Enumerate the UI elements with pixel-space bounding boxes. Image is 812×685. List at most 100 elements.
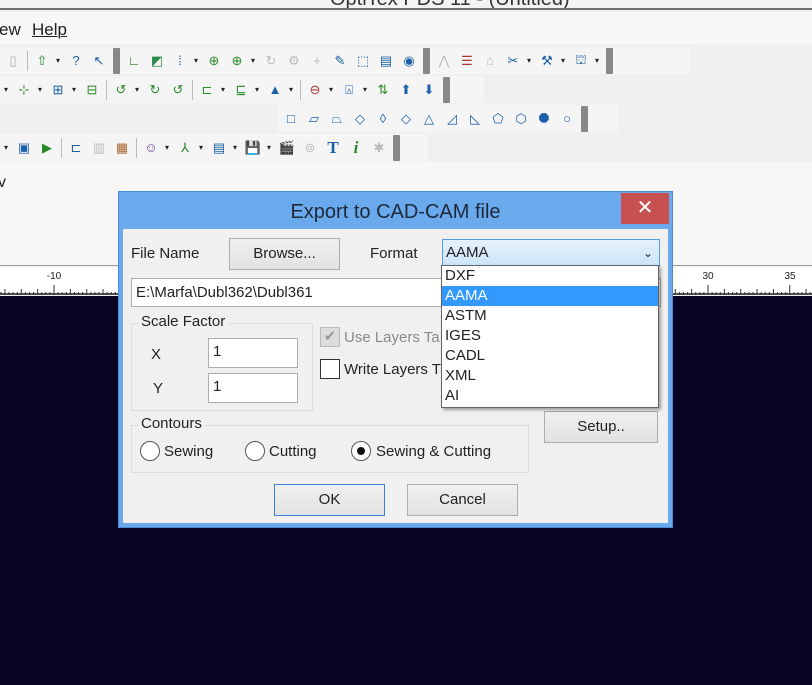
flip-icon[interactable]: ⊏ (198, 81, 216, 99)
ruler-label: 30 (702, 271, 714, 282)
pentagon-icon[interactable]: ⬠ (489, 110, 507, 128)
right-triangle-left-icon[interactable]: ◺ (466, 110, 484, 128)
cut-piece-icon[interactable]: ⊖ (306, 81, 324, 99)
scissors-icon[interactable]: ✂ (504, 52, 522, 70)
trapezoid-icon[interactable]: ⏢ (328, 110, 346, 128)
help-icon[interactable]: ? (67, 52, 85, 70)
clapper-icon[interactable]: 🎬 (278, 139, 296, 157)
radio-sewing-cutting[interactable] (351, 441, 371, 461)
kite-icon[interactable]: ◊ (374, 110, 392, 128)
toolbar-grip[interactable] (581, 105, 588, 132)
use-layers-checkbox[interactable]: ✔ (320, 327, 340, 347)
rotate-icon[interactable]: ↻ (146, 81, 164, 99)
ok-button[interactable]: OK (274, 484, 385, 516)
seam-icon[interactable]: ⊟ (83, 81, 101, 99)
cancel-button[interactable]: Cancel (407, 484, 518, 516)
rotate-axis-icon[interactable]: ↺ (169, 81, 187, 99)
toolbar-2: ▾ ⊹ ▾ ⊞ ▾ ⊟ ↺ ▾ ↻ ↺ ⊏ ▾ ⊑ ▾ ▲ ▾ ⊖ ▾ ⍓ ▾ ⇅ ⬆ ⬇ (0, 76, 484, 103)
measure-icon[interactable]: ☰ (458, 52, 476, 70)
circle-shape-icon[interactable]: ○ (558, 110, 576, 128)
swap-icon[interactable]: ⇅ (374, 81, 392, 99)
browse-button[interactable]: Browse... (229, 238, 340, 270)
shirt-icon: ⌂ (486, 53, 494, 68)
fold-icon[interactable]: ▲ (266, 81, 284, 99)
dialog-title: Export to CAD-CAM file (290, 201, 501, 223)
user-settings-icon[interactable]: ☺ (142, 139, 160, 157)
scale-x-input[interactable]: 1 (208, 338, 298, 368)
format-option-dxf[interactable]: DXF (442, 266, 658, 286)
split-icon[interactable]: ⊹ (15, 81, 33, 99)
export-icon[interactable]: ⇧ (33, 52, 51, 70)
paste-icon[interactable]: ▯ (4, 52, 22, 70)
add-notch-icon[interactable]: ⊕ (228, 52, 246, 70)
select-icon[interactable]: ⬚ (354, 52, 372, 70)
toolbar-grip[interactable] (423, 47, 430, 74)
chevron-down-icon: ⌄ (642, 246, 653, 260)
radio-cutting[interactable] (245, 441, 265, 461)
rectangle-icon[interactable]: □ (282, 110, 300, 128)
rhombus-icon[interactable]: ◇ (397, 110, 415, 128)
roll-icon[interactable]: ⊏ (67, 139, 85, 157)
text-icon[interactable]: T (324, 138, 342, 157)
toolbar-grip[interactable] (113, 47, 120, 74)
toolbar-grip[interactable] (393, 134, 400, 161)
right-triangle-icon[interactable]: ◿ (443, 110, 461, 128)
toolbar-grip[interactable] (606, 47, 613, 74)
diamond-icon[interactable]: ◇ (351, 110, 369, 128)
piece-icon[interactable]: ▤ (377, 52, 395, 70)
scale-y-input[interactable]: 1 (208, 373, 298, 403)
close-button[interactable]: ✕ (621, 193, 669, 224)
hexagon-icon[interactable]: ⬡ (512, 110, 530, 128)
format-select-value: AAMA (446, 244, 489, 261)
toolbar-grip[interactable] (443, 76, 450, 103)
format-option-astm[interactable]: ASTM (442, 306, 658, 326)
ruler-label: 35 (784, 271, 796, 282)
model-icon[interactable]: ▣ (15, 139, 33, 157)
points-icon[interactable]: ⁞ (171, 52, 189, 70)
format-option-xml[interactable]: XML (442, 366, 658, 386)
rotate-disabled-icon: ↻ (265, 52, 277, 68)
write-layers-checkbox[interactable] (320, 359, 340, 379)
contours-group: Contours Sewing Cutting Sewing & Cutting (131, 415, 529, 473)
piece-down-icon[interactable]: ⬇ (420, 81, 438, 99)
menu-bar: ew Help (0, 12, 812, 44)
pen-icon[interactable]: ✎ (331, 52, 349, 70)
garment-icon[interactable]: ⛫ (572, 52, 590, 70)
play-icon[interactable]: ▶ (38, 139, 56, 157)
rotate-piece-icon[interactable]: ↺ (112, 81, 130, 99)
format-option-iges[interactable]: IGES (442, 326, 658, 346)
curve-icon[interactable]: ∟ (125, 52, 143, 70)
axis-icon[interactable]: ⅄ (176, 139, 194, 157)
info-icon[interactable]: i (347, 138, 365, 157)
scale-x-label: X (151, 346, 162, 363)
format-option-aama[interactable]: AAMA (442, 286, 658, 306)
context-help-icon[interactable]: ↖ (90, 52, 108, 70)
radio-sewing[interactable] (140, 441, 160, 461)
triangle-icon[interactable]: △ (420, 110, 438, 128)
scale-y-label: Y (153, 380, 164, 397)
setup-button[interactable]: Setup.. (544, 411, 658, 443)
dart-icon[interactable]: ⍓ (340, 81, 358, 99)
radio-cutting-label: Cutting (269, 443, 317, 460)
toolbar-3: ▾ ▣ ▶ ⊏ ▥ ▦ ☺ ▾ ⅄ ▾ ▤ ▾ 💾 ▾ 🎬 ⊚ T i ✱ (0, 134, 428, 161)
format-option-cadl[interactable]: CADL (442, 346, 658, 366)
sleeve-icon: ⋀ (438, 52, 450, 68)
save-user-icon[interactable]: 💾 (244, 139, 262, 157)
add-point-icon[interactable]: ⊕ (205, 52, 223, 70)
menu-view[interactable]: ew (0, 20, 21, 40)
search-doc-icon: ⊚ (304, 139, 316, 155)
device-icon[interactable]: ▤ (210, 139, 228, 157)
parallelogram-icon[interactable]: ▱ (305, 110, 323, 128)
hammer-icon[interactable]: ⚒ (538, 52, 556, 70)
fabric-icon[interactable]: ▦ (113, 139, 131, 157)
fill-icon[interactable]: ◩ (148, 52, 166, 70)
menu-help[interactable]: Help (32, 20, 67, 40)
format-option-ai[interactable]: AI (442, 386, 658, 406)
circle-icon[interactable]: ◉ (400, 52, 418, 70)
mirror-icon[interactable]: ⊑ (232, 81, 250, 99)
merge-icon[interactable]: ⊞ (49, 81, 67, 99)
octagon-icon[interactable]: ⯃ (535, 110, 553, 128)
cross-icon: + (313, 53, 321, 68)
format-select[interactable]: AAMA ⌄ (442, 239, 660, 267)
piece-up-icon[interactable]: ⬆ (397, 81, 415, 99)
